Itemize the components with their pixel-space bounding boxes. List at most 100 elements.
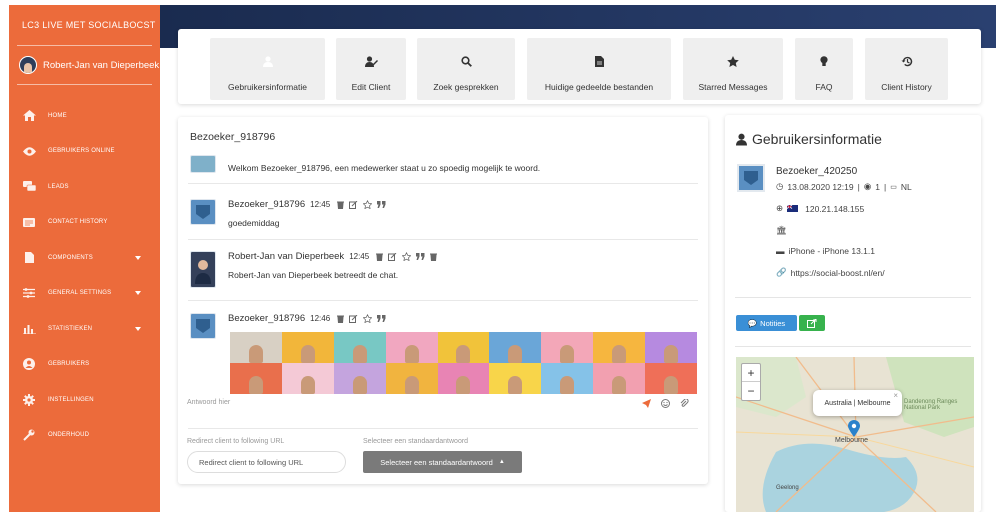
star-icon[interactable] (363, 314, 373, 323)
quote-icon[interactable] (377, 315, 386, 322)
tab-label: Gebruikersinformatie (228, 82, 307, 92)
close-icon[interactable]: × (893, 391, 898, 400)
message-time: 12:45 (349, 252, 370, 261)
sidebar-item-components[interactable]: COMPONENTS (9, 240, 160, 276)
share-icon (807, 318, 817, 328)
notes-label: Notities (760, 318, 786, 328)
sidebar-item-statistieken[interactable]: STATISTIEKEN (9, 311, 160, 347)
tab-label: Zoek gesprekken (433, 82, 499, 92)
sidebar-item-instellingen[interactable]: INSTELLINGEN (9, 382, 160, 418)
photo-tile (437, 332, 490, 363)
ip-address: 120.21.148.155 (805, 203, 865, 214)
map-zoom-control: + − (741, 363, 761, 401)
canned-label: Selecteer een standaardantwoord (363, 438, 469, 445)
tab-huidige-gedeelde-bestanden[interactable]: Huidige gedeelde bestanden (527, 38, 671, 100)
sidebar-item-label: ONDERHOUD (48, 432, 90, 439)
tab-starred-messages[interactable]: Starred Messages (683, 38, 783, 100)
sidebar-item-label: GENERAL SETTINGS (48, 290, 112, 297)
tab-gebruikersinformatie[interactable]: Gebruikersinformatie (210, 38, 325, 100)
chevron-down-icon (135, 255, 141, 260)
chat-panel: Bezoeker_918796 Welkom Bezoeker_918796, … (178, 117, 708, 484)
sidebar-item-label: GEBRUIKERS ONLINE (48, 148, 115, 155)
user-name: Robert-Jan van Dieperbeek (43, 59, 160, 71)
share-button[interactable] (799, 315, 825, 331)
canned-response-select[interactable]: Selecteer een standaardantwoord ▲ (363, 451, 522, 473)
view-count: 1 (875, 181, 880, 192)
send-icon[interactable] (642, 399, 651, 408)
zoom-in-button[interactable]: + (742, 364, 760, 382)
emoji-icon[interactable] (661, 399, 670, 408)
photo-tile (385, 332, 438, 363)
tab-zoek-gesprekken[interactable]: Zoek gesprekken (417, 38, 515, 100)
edit-icon[interactable] (349, 200, 358, 209)
info-divider (735, 346, 971, 347)
trash-icon[interactable] (337, 201, 345, 209)
shared-image[interactable] (230, 332, 697, 394)
gear-icon (22, 393, 36, 406)
photo-tile (645, 332, 697, 363)
quote-icon[interactable] (416, 253, 425, 260)
photo-tile (385, 363, 438, 394)
photo-tile (541, 332, 594, 363)
tab-label: FAQ (815, 82, 833, 92)
avatar (190, 313, 216, 339)
device-row: ▬ iPhone - iPhone 13.1.1 (776, 246, 875, 256)
sidebar-item-onderhoud[interactable]: ONDERHOUD (9, 418, 160, 454)
tab-client-history[interactable]: Client History (865, 38, 948, 100)
sidebar-item-gebruikers[interactable]: GEBRUIKERS (9, 347, 160, 383)
sidebar-item-general-settings[interactable]: GENERAL SETTINGS (9, 276, 160, 312)
tabs-card: Gebruikersinformatie Edit Client Zoek ge… (178, 29, 981, 104)
select-value: Selecteer een standaardantwoord (380, 457, 493, 467)
sidebar-user[interactable]: Robert-Jan van Dieperbeek (19, 56, 159, 74)
photo-tile (541, 363, 594, 394)
edit-icon[interactable] (349, 314, 358, 323)
location-map[interactable]: + − Australia | Melbourne × Melbourne Da… (736, 357, 974, 512)
message-divider (188, 183, 698, 184)
chevron-down-icon (135, 326, 141, 331)
info-title: Gebruikersinformatie (736, 131, 882, 147)
paperclip-icon[interactable] (680, 399, 689, 408)
photo-tile (230, 332, 282, 363)
trash-icon[interactable] (337, 315, 345, 323)
quote-icon[interactable] (377, 201, 386, 208)
message-author: Bezoeker_918796 (228, 199, 306, 210)
chat-title: Bezoeker_918796 (190, 131, 276, 143)
star-icon[interactable] (402, 252, 412, 261)
popup-text: Australia | Melbourne (824, 399, 891, 407)
info-divider (735, 297, 971, 298)
chat-icon (22, 181, 36, 193)
sidebar-item-home[interactable]: HOME (9, 98, 160, 134)
trash-icon[interactable] (376, 253, 384, 261)
map-popup: Australia | Melbourne × (813, 390, 902, 416)
sidebar-item-label: HOME (48, 112, 67, 119)
star-icon (683, 56, 783, 67)
sidebar-item-leads[interactable]: LEADS (9, 169, 160, 205)
sidebar-item-contact-history[interactable]: CONTACT HISTORY (9, 205, 160, 241)
tab-faq[interactable]: FAQ (795, 38, 853, 100)
edit-icon[interactable] (388, 252, 397, 261)
language: NL (900, 181, 912, 192)
avatar (19, 56, 37, 74)
sidebar-item-gebruikers-online[interactable]: GEBRUIKERS ONLINE (9, 134, 160, 170)
message-author: Bezoeker_918796 (228, 313, 306, 324)
sidebar-item-label: STATISTIEKEN (48, 325, 93, 332)
language-icon: ▭ (890, 183, 897, 191)
visitor-url[interactable]: https://social-boost.nl/en/ (791, 268, 885, 278)
notes-button[interactable]: 💬 Notities (736, 315, 797, 331)
sidebar: LC3 LIVE MET SOCIALBOCST Robert-Jan van … (9, 5, 160, 512)
sidebar-item-label: COMPONENTS (48, 254, 94, 261)
reply-input[interactable]: Antwoord hier (187, 399, 230, 406)
photo-tile (593, 363, 646, 394)
tab-edit-client[interactable]: Edit Client (336, 38, 406, 100)
redirect-url-input[interactable]: Redirect client to following URL (187, 451, 346, 473)
zoom-out-button[interactable]: − (742, 382, 760, 400)
sidebar-divider (17, 84, 152, 85)
trash-icon[interactable] (430, 253, 438, 261)
file-icon (22, 252, 36, 264)
star-icon[interactable] (363, 200, 373, 209)
avatar (190, 155, 216, 173)
history-icon (865, 56, 948, 67)
message-header: Bezoeker_918796 12:46 (228, 313, 386, 324)
visitor-meta: ◷ 13.08.2020 12:19 | ◉ 1 | ▭ NL (776, 181, 912, 192)
map-marker-icon[interactable] (848, 420, 860, 437)
